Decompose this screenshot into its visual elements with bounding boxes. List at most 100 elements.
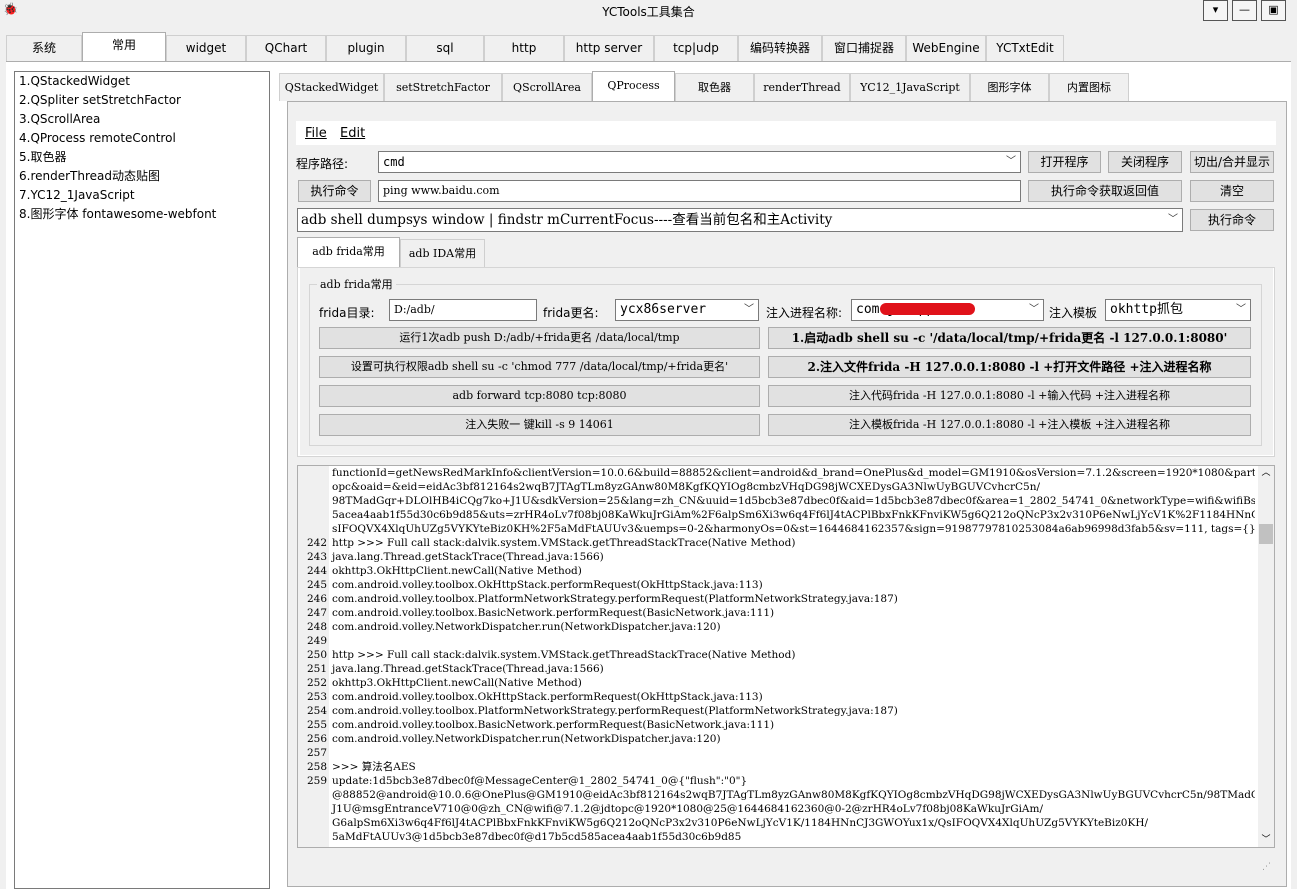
- list-item[interactable]: 8.图形字体 fontawesome-webfont: [15, 205, 269, 224]
- window-title: YCTools工具集合: [602, 5, 695, 19]
- main-tab-1[interactable]: 常用: [82, 32, 166, 62]
- line-number: [298, 788, 329, 802]
- line-number: 255: [306, 719, 327, 731]
- line-number: 259: [306, 775, 327, 787]
- chevron-down-icon: ﹀: [1027, 300, 1041, 320]
- clear-button[interactable]: 清空: [1190, 180, 1274, 202]
- menu-edit[interactable]: Edit: [340, 126, 365, 141]
- frida-rename-value: ycx86server: [620, 302, 707, 317]
- main-tab-10[interactable]: 窗口捕捉器: [822, 35, 906, 61]
- log-line: 251 java.lang.Thread.getStackTrace(Thread…: [298, 662, 1255, 676]
- scroll-up-icon[interactable]: ︿: [1258, 466, 1274, 480]
- maximize-button[interactable]: ▣: [1261, 0, 1286, 21]
- list-item[interactable]: 5.取色器: [15, 148, 269, 167]
- main-tab-9[interactable]: 编码转换器: [738, 35, 822, 61]
- adb-exec-command-button[interactable]: 执行命令: [1190, 209, 1274, 231]
- inner-tab-1[interactable]: adb IDA常用: [400, 239, 485, 267]
- open-program-button[interactable]: 打开程序: [1028, 151, 1101, 173]
- dropdown-menu-button[interactable]: ▾: [1203, 0, 1228, 21]
- line-text: com.android.volley.toolbox.BasicNetwork.…: [332, 607, 775, 619]
- inject-file-button[interactable]: 2.注入文件frida -H 127.0.0.1:8080 -l +打开文件路径…: [768, 356, 1251, 378]
- log-line: @88852@android@10.0.6@OnePlus@GM1910@eid…: [298, 788, 1255, 802]
- log-line: 245 com.android.volley.toolbox.OkHttpStac…: [298, 578, 1255, 592]
- sub-tab-2[interactable]: QScrollArea: [502, 73, 592, 101]
- main-tab-2[interactable]: widget: [166, 35, 246, 61]
- inner-tab-0[interactable]: adb frida常用: [297, 237, 400, 267]
- inject-code-button[interactable]: 注入代码frida -H 127.0.0.1:8080 -l +输入代码 +注入…: [768, 385, 1251, 407]
- log-line: 259 update:1d5bcb3e87dbec0f@MessageCenter…: [298, 774, 1255, 788]
- line-text: http >>> Full call stack:dalvik.system.V…: [332, 537, 796, 549]
- line-number: 244: [306, 565, 327, 577]
- resize-grip-icon[interactable]: ⋰: [1262, 862, 1271, 872]
- adb-push-button[interactable]: 运行1次adb push D:/adb/+frida更名 /data/local…: [319, 327, 760, 349]
- line-number: 253: [306, 691, 327, 703]
- demo-list[interactable]: 1.QStackedWidget 2.QSpliter setStretchFac…: [14, 71, 270, 889]
- program-path-combo[interactable]: cmd ﹀: [378, 151, 1021, 173]
- adb-command-combo[interactable]: adb shell dumpsys window | findstr mCurr…: [297, 208, 1183, 232]
- frida-dir-input[interactable]: D:/adb/: [389, 299, 537, 321]
- list-item[interactable]: 2.QSpliter setStretchFactor: [15, 91, 269, 110]
- list-item[interactable]: 6.renderThread动态贴图: [15, 167, 269, 186]
- line-number: 256: [306, 733, 327, 745]
- main-tab-0[interactable]: 系统: [6, 35, 82, 61]
- close-program-button[interactable]: 关闭程序: [1108, 151, 1182, 173]
- inject-template-button[interactable]: 注入模板frida -H 127.0.0.1:8080 -l +注入模板 +注入…: [768, 414, 1251, 436]
- command-input[interactable]: ping www.baidu.com: [378, 180, 1021, 202]
- main-tab-4[interactable]: plugin: [326, 35, 406, 61]
- chmod-button[interactable]: 设置可执行权限adb shell su -c 'chmod 777 /data/…: [319, 356, 760, 378]
- log-line: sIFOQVX4XlqUhUZg5VYKYteBiz0KH%2F5aMdFtAU…: [298, 522, 1255, 536]
- line-number: 247: [306, 607, 327, 619]
- menu-bar: File Edit: [296, 121, 1276, 145]
- line-number: [298, 466, 329, 480]
- line-text: com.android.volley.toolbox.BasicNetwork.…: [332, 719, 775, 731]
- main-tab-5[interactable]: sql: [406, 35, 484, 61]
- main-tab-7[interactable]: http server: [564, 35, 654, 61]
- main-tab-11[interactable]: WebEngine: [906, 35, 986, 61]
- log-line: 244 okhttp3.OkHttpClient.newCall(Native M…: [298, 564, 1255, 578]
- list-item[interactable]: 4.QProcess remoteControl: [15, 129, 269, 148]
- main-tab-3[interactable]: QChart: [246, 35, 326, 61]
- sub-tab-1[interactable]: setStretchFactor: [384, 73, 502, 101]
- line-text: 5acea4aab1f55d30c6b9d85&uts=zrHR4oLv7f08…: [332, 509, 1255, 521]
- kill-process-button[interactable]: 注入失败一 键kill -s 9 14061: [319, 414, 760, 436]
- line-text: >>> 算法名AES: [332, 761, 416, 773]
- frida-rename-combo[interactable]: ycx86server ﹀: [615, 299, 759, 321]
- exec-get-result-button[interactable]: 执行命令获取返回值: [1028, 180, 1182, 202]
- sub-tab-4[interactable]: 取色器: [675, 73, 754, 101]
- minimize-button[interactable]: —: [1232, 0, 1257, 21]
- list-item[interactable]: 7.YC12_1JavaScript: [15, 186, 269, 205]
- sub-tab-3[interactable]: QProcess: [592, 71, 675, 101]
- main-tab-6[interactable]: http: [484, 35, 564, 61]
- exec-command-button[interactable]: 执行命令: [298, 180, 371, 202]
- menu-file[interactable]: File: [305, 126, 327, 141]
- main-tab-8[interactable]: tcp|udp: [654, 35, 738, 61]
- inject-template-label: 注入模板: [1049, 306, 1098, 320]
- sub-tab-8[interactable]: 内置图标: [1049, 73, 1129, 101]
- inject-process-label: 注入进程名称:: [766, 306, 843, 320]
- adb-forward-button[interactable]: adb forward tcp:8080 tcp:8080: [319, 385, 760, 407]
- sub-tab-7[interactable]: 图形字体: [970, 73, 1049, 101]
- list-item[interactable]: 1.QStackedWidget: [15, 72, 269, 91]
- output-text[interactable]: functionId=getNewsRedMarkInfo&clientVers…: [298, 466, 1255, 847]
- line-text: 5aMdFtAUUv3@1d5bcb3e87dbec0f@d17b5cd585a…: [332, 831, 742, 843]
- sub-tab-6[interactable]: YC12_1JavaScript: [850, 73, 970, 101]
- log-line: 254 com.android.volley.toolbox.PlatformNe…: [298, 704, 1255, 718]
- sub-tab-0[interactable]: QStackedWidget: [279, 73, 384, 101]
- start-frida-server-button[interactable]: 1.启动adb shell su -c '/data/local/tmp/+fr…: [768, 327, 1251, 349]
- adb-command-value: adb shell dumpsys window | findstr mCurr…: [301, 212, 833, 228]
- sub-tab-5[interactable]: renderThread: [754, 73, 850, 101]
- scrollbar-thumb[interactable]: [1259, 524, 1273, 544]
- inject-template-combo[interactable]: okhttp抓包 ﹀: [1105, 299, 1251, 321]
- title-bar: 🐞 YCTools工具集合 ▾ — ▣: [0, 0, 1297, 22]
- line-number: 245: [306, 579, 327, 591]
- main-tab-12[interactable]: YCTxtEdit: [986, 35, 1064, 61]
- list-item[interactable]: 3.QScrollArea: [15, 110, 269, 129]
- line-number: 258: [306, 761, 327, 773]
- scroll-down-icon[interactable]: ﹀: [1258, 833, 1274, 847]
- toggle-display-button[interactable]: 切出/合并显示: [1190, 151, 1274, 173]
- log-line: 250 http >>> Full call stack:dalvik.syste…: [298, 648, 1255, 662]
- log-line: 258 >>> 算法名AES: [298, 760, 1255, 774]
- line-text: com.android.volley.toolbox.PlatformNetwo…: [332, 705, 898, 717]
- inject-process-combo[interactable]: com.j .app.mall ﹀: [851, 299, 1044, 321]
- frida-rename-label: frida更名:: [543, 306, 599, 320]
